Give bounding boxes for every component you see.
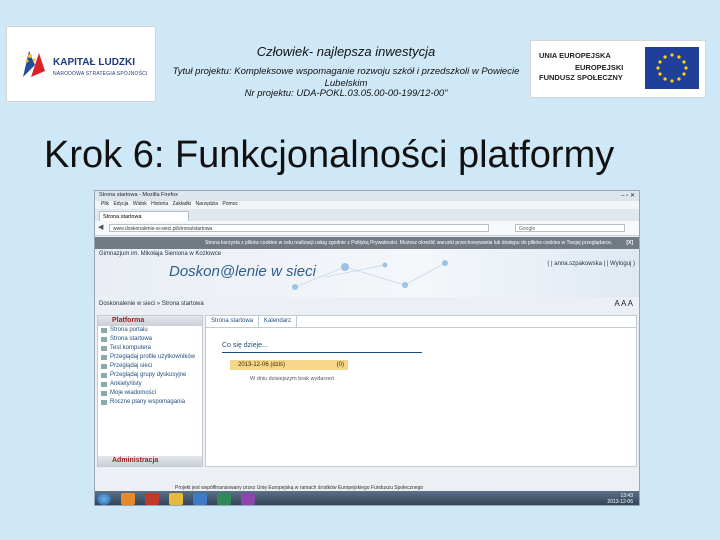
kapital-ludzki-mark-icon: [23, 51, 45, 77]
menu-edycja[interactable]: Edycja: [113, 201, 128, 207]
browser-titlebar: Strona startowa - Mozilla Firefox – ▫ ✕: [95, 191, 639, 201]
cookie-banner: Strona korzysta z plików cookies w celu …: [95, 237, 639, 249]
sidebar-item-label: Strona startowa: [110, 336, 153, 342]
browser-title: Strona startowa - Mozilla Firefox: [99, 192, 178, 198]
breadcrumb-text[interactable]: Doskonalenie w sieci » Strona startowa: [99, 301, 204, 307]
browser-tabstrip: Strona startowa: [95, 209, 639, 221]
menu-zakladki[interactable]: Zakładki: [173, 201, 192, 207]
eu-logo: UNIA EUROPEJSKA EUROPEJSKI FUNDUSZ SPOŁE…: [530, 40, 706, 98]
back-arrow-icon[interactable]: ◀: [98, 223, 103, 231]
start-button-icon[interactable]: [97, 493, 111, 505]
window-controls-icon[interactable]: – ▫ ✕: [621, 192, 635, 199]
browser-toolbar: ◀ www.doskonalenie-w-sieci.pl/strona/sta…: [95, 221, 639, 236]
sidebar-item-strona-startowa[interactable]: Strona startowa: [98, 335, 202, 344]
platform-screenshot: Strona startowa - Mozilla Firefox – ▫ ✕ …: [94, 190, 640, 506]
event-count: (0): [336, 362, 344, 368]
cookie-text: Strona korzysta z plików cookies w celu …: [205, 240, 613, 246]
main-panel: Strona startowa Kalendarz Co się dzieje..…: [205, 315, 637, 467]
breadcrumb: Doskonalenie w sieci » Strona startowa A…: [95, 299, 639, 311]
sidebar-item-label: Przeglądaj grupy dyskusyjne: [110, 372, 187, 378]
sidebar-item-profile[interactable]: Przeglądaj profile użytkowników: [98, 353, 202, 362]
cookie-close-button[interactable]: [X]: [626, 237, 633, 249]
menu-pomoc[interactable]: Pomoc: [222, 201, 238, 207]
sidebar-header-administracja[interactable]: Administracja: [98, 456, 202, 466]
home-icon: [101, 337, 107, 342]
plan-icon: [101, 400, 107, 405]
tab-strona-startowa[interactable]: Strona startowa: [206, 316, 260, 327]
menu-plik[interactable]: Plik: [101, 201, 109, 207]
divider: [222, 352, 422, 353]
eu-line3: FUNDUSZ SPOŁECZNY: [539, 73, 623, 82]
network-graphic-icon: [292, 260, 448, 290]
firefox-icon[interactable]: [121, 493, 135, 505]
clock-date: 2013-12-06: [607, 499, 633, 505]
browser-icon[interactable]: [193, 493, 207, 505]
logo-title: KAPITAŁ LUDZKI: [53, 57, 136, 68]
school-name: Gimnazjum im. Mikołaja Sieniona w Kozłow…: [99, 251, 222, 257]
logo-subtitle: NARODOWA STRATEGIA SPÓJNOŚCI: [53, 71, 148, 77]
computer-icon: [101, 346, 107, 351]
sidebar-item-sieci[interactable]: Przeglądaj sieci: [98, 362, 202, 371]
menu-widok[interactable]: Widok: [133, 201, 147, 207]
address-bar[interactable]: www.doskonalenie-w-sieci.pl/strona/start…: [109, 224, 489, 232]
sidebar-item-grupy[interactable]: Przeglądaj grupy dyskusyjne: [98, 371, 202, 380]
survey-icon: [101, 382, 107, 387]
sidebar-item-wiadomosci[interactable]: Moje wiadomości: [98, 389, 202, 398]
media-icon[interactable]: [241, 493, 255, 505]
eu-line1: UNIA EUROPEJSKA: [539, 51, 611, 60]
user-bar[interactable]: ( | anna.szpakowska | | Wyloguj ): [547, 261, 635, 267]
windows-taskbar: 13:43 2013-12-06: [95, 491, 639, 505]
sidebar-item-plany[interactable]: Roczne plany wspomagania: [98, 398, 202, 407]
folder-icon[interactable]: [169, 493, 183, 505]
whats-new-heading: Co się dzieje...: [222, 342, 268, 349]
sidebar-item-label: Roczne plany wspomagania: [110, 399, 186, 405]
font-size-control[interactable]: A A A: [614, 299, 633, 308]
sidebar-item-label: Ankiety/listy: [110, 381, 142, 387]
app-icon[interactable]: [217, 493, 231, 505]
sidebar-item-label: Przeglądaj profile użytkowników: [110, 354, 196, 360]
date-row[interactable]: 2013-12-06 (dziś) (0): [230, 360, 348, 370]
search-box[interactable]: Google: [515, 224, 625, 232]
slogan: Człowiek- najlepsza inwestycja: [256, 44, 436, 59]
slide-title: Krok 6: Funkcjonalności platformy: [44, 134, 615, 176]
no-events-text: W dniu dzisiejszym brak wydarzeń: [250, 376, 335, 382]
taskbar-clock: 13:43 2013-12-06: [607, 493, 633, 505]
menu-historia[interactable]: Historia: [151, 201, 168, 207]
sidebar-item-label: Test komputera: [110, 345, 152, 351]
users-icon: [101, 355, 107, 360]
project-number: Nr projektu: UDA-POKL.03.05.00-00-199/12…: [244, 88, 448, 99]
sidebar-item-test-komputera[interactable]: Test komputera: [98, 344, 202, 353]
sidebar-header-platforma[interactable]: Platforma: [98, 316, 202, 326]
date-label: 2013-12-06 (dziś): [238, 362, 286, 368]
sidebar-item-label: Strona portalu: [110, 327, 148, 333]
sidebar: Platforma Strona portalu Strona startowa…: [97, 315, 203, 467]
menu-narzedzia[interactable]: Narzędzia: [196, 201, 219, 207]
eu-line2: EUROPEJSKI: [575, 63, 624, 72]
page-icon: [101, 328, 107, 333]
eu-flag-icon: [645, 47, 699, 89]
browser-tab[interactable]: Strona startowa: [99, 211, 189, 221]
kapital-ludzki-logo: KAPITAŁ LUDZKI NARODOWA STRATEGIA SPÓJNO…: [6, 26, 156, 102]
group-icon: [101, 373, 107, 378]
main-tabs: Strona startowa Kalendarz: [206, 316, 636, 328]
sidebar-item-label: Moje wiadomości: [110, 390, 157, 396]
mail-icon: [101, 391, 107, 396]
project-title: Tytuł projektu: Kompleksowe wspomaganie …: [172, 66, 520, 89]
sidebar-item-strona-portalu[interactable]: Strona portalu: [98, 326, 202, 335]
site-header: Gimnazjum im. Mikołaja Sieniona w Kozłow…: [95, 249, 639, 297]
sidebar-item-label: Przeglądaj sieci: [110, 363, 153, 369]
tab-kalendarz[interactable]: Kalendarz: [259, 316, 298, 327]
network-icon: [101, 364, 107, 369]
presentation-app-icon[interactable]: [145, 493, 159, 505]
sidebar-item-ankiety[interactable]: Ankiety/listy: [98, 380, 202, 389]
